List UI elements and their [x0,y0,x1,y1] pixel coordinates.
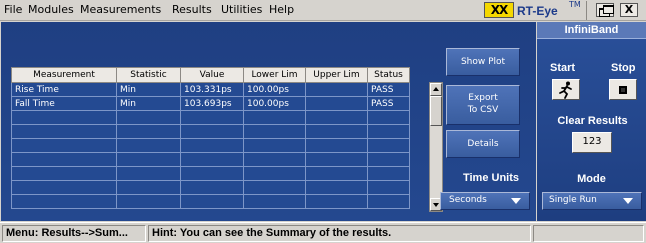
status-menu-path: Menu: Results-->Sum... [2,225,146,242]
stop-button[interactable] [609,79,637,100]
table-row-empty[interactable] [11,180,410,195]
table-row-empty[interactable] [11,110,410,125]
cell-status: PASS [367,96,410,111]
mode-dropdown[interactable]: Single Run [542,192,642,210]
cell-upper-lim [305,82,368,97]
table-row-empty[interactable] [11,124,410,139]
column-header-status[interactable]: Status [367,67,410,83]
trademark: TM [569,0,581,9]
export-to-csv-button[interactable]: Export To CSV [446,85,520,125]
start-label: Start [550,62,576,74]
mode-value: Single Run [549,195,597,205]
status-extra [533,225,644,242]
show-plot-button[interactable]: Show Plot [446,48,520,76]
table-row-empty[interactable] [11,152,410,167]
module-title: InfiniBand [537,22,646,39]
column-header-statistic[interactable]: Statistic [116,67,181,83]
stop-label: Stop [611,62,636,74]
menu-results[interactable]: Results [172,3,212,17]
cell-value: 103.693ps [180,96,244,111]
column-header-lower-lim[interactable]: Lower Lim [243,67,306,83]
cell-measurement: Fall Time [11,96,117,111]
table-row[interactable]: Rise Time Min 103.331ps 100.00ps PASS [11,82,410,97]
table-row-empty[interactable] [11,138,410,153]
running-man-icon [559,81,572,99]
table-row-empty[interactable] [11,194,410,209]
cell-statistic: Min [116,96,181,111]
close-button[interactable]: X [620,3,638,17]
table-header-row: Measurement Statistic Value Lower Lim Up… [11,67,410,83]
menu-utilities[interactable]: Utilities [221,3,262,17]
cell-status: PASS [367,82,410,97]
results-table: Measurement Statistic Value Lower Lim Up… [11,67,410,209]
start-button[interactable] [552,79,580,100]
column-header-measurement[interactable]: Measurement [11,67,117,83]
menu-separator [586,1,587,20]
column-header-value[interactable]: Value [180,67,244,83]
scroll-up-arrow-icon[interactable] [430,83,442,96]
cell-upper-lim [305,96,368,111]
cell-value: 103.331ps [180,82,244,97]
time-units-dropdown[interactable]: Seconds [440,192,530,210]
time-units-value: Seconds [449,195,487,205]
menu-bar: File Modules Measurements Results Utilit… [0,0,646,21]
cell-lower-lim: 100.00ps [243,96,306,111]
menu-measurements[interactable]: Measurements [80,3,161,17]
status-hint: Hint: You can see the Summary of the res… [148,225,531,242]
clear-results-label: Clear Results [557,115,628,127]
export-label-line1: Export [468,93,498,103]
mode-label: Mode [577,173,606,185]
chevron-down-icon [511,198,521,204]
tektronix-logo: XX [484,2,514,18]
scroll-thumb[interactable] [430,96,442,126]
app-title: RT-Eye [517,4,558,18]
cell-measurement: Rise Time [11,82,117,97]
details-button[interactable]: Details [446,130,520,158]
chevron-down-icon [623,198,633,204]
cell-lower-lim: 100.00ps [243,82,306,97]
column-header-upper-lim[interactable]: Upper Lim [305,67,368,83]
time-units-label: Time Units [462,172,520,184]
menu-file[interactable]: File [4,3,22,17]
results-table-container: Measurement Statistic Value Lower Lim Up… [11,67,428,213]
clear-results-button[interactable]: 123 [572,132,612,153]
status-bar: Menu: Results-->Sum... Hint: You can see… [0,222,646,243]
stop-icon [619,86,627,94]
export-label-line2: To CSV [467,105,499,115]
eraser-icon: 123 [582,136,602,147]
restore-window-icon[interactable] [596,3,614,17]
cell-statistic: Min [116,82,181,97]
table-row-empty[interactable] [11,166,410,181]
table-row[interactable]: Fall Time Min 103.693ps 100.00ps PASS [11,96,410,111]
menu-help[interactable]: Help [269,3,294,17]
menu-modules[interactable]: Modules [28,3,74,17]
